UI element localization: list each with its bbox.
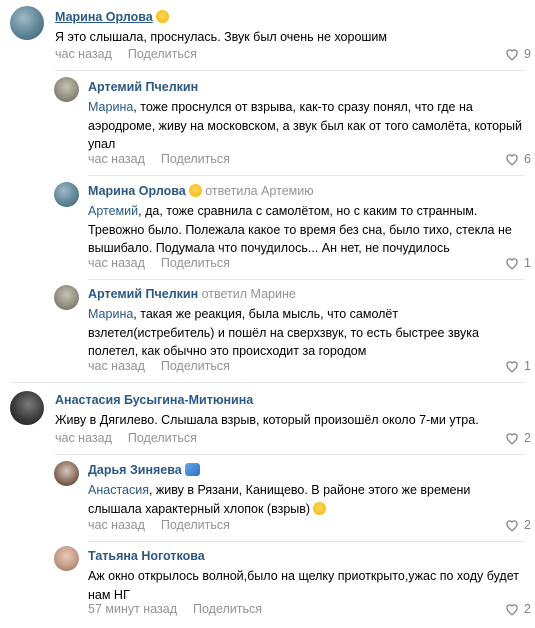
divider [88, 279, 525, 280]
comment-time[interactable]: час назад [88, 518, 145, 532]
comment-body: Артемий Пчелкин ответил Марине Марина, т… [88, 286, 525, 361]
comment-time[interactable]: час назад [88, 256, 145, 270]
comment-text: Я это слышала, проснулась. Звук был очен… [55, 30, 388, 44]
like-count: 9 [524, 47, 531, 61]
heart-icon [506, 258, 518, 270]
like-button[interactable]: 2 [504, 431, 531, 445]
share-link[interactable]: Поделиться [161, 518, 230, 532]
avatar[interactable] [54, 461, 79, 486]
heart-icon [506, 361, 518, 373]
comment-body: Дарья Зиняева Анастасия, живу в Рязани, … [88, 462, 525, 518]
avatar[interactable] [10, 6, 44, 40]
mention-link[interactable]: Марина [88, 100, 133, 114]
like-button[interactable]: 1 [504, 256, 531, 270]
like-button[interactable]: 6 [504, 152, 531, 166]
reply-to-label[interactable]: ответила Артемию [205, 184, 313, 198]
comment-body: Татьяна Ноготкова Аж окно открылось волн… [88, 548, 525, 604]
comment-body: Анастасия Бусыгина-Митюнина Живу в Дягил… [55, 392, 525, 430]
comment-time[interactable]: 57 минут назад [88, 602, 177, 616]
comment-body: Марина Орлова ответила Артемию Артемий, … [88, 183, 525, 258]
comment-time[interactable]: час назад [55, 47, 112, 61]
comments-thread: Марина Орлова Я это слышала, проснулась.… [0, 0, 535, 628]
heart-icon [506, 154, 518, 166]
flushed-emoji-icon [313, 501, 327, 515]
comment-meta: 57 минут назад Поделиться [88, 602, 262, 616]
mention-link[interactable]: Артемий [88, 204, 138, 218]
like-button[interactable]: 2 [504, 518, 531, 532]
share-link[interactable]: Поделиться [161, 152, 230, 166]
reply-to-label[interactable]: ответил Марине [202, 287, 296, 301]
divider [55, 70, 525, 71]
like-count: 6 [524, 152, 531, 166]
divider [88, 541, 525, 542]
comment-body: Марина Орлова Я это слышала, проснулась.… [55, 9, 525, 47]
author-name[interactable]: Анастасия Бусыгина-Митюнина [55, 393, 253, 407]
share-link[interactable]: Поделиться [161, 359, 230, 373]
comment-meta: час назад Поделиться [55, 47, 197, 61]
sneaker-emoji-icon [184, 463, 200, 476]
heart-icon [506, 520, 518, 532]
avatar[interactable] [10, 391, 44, 425]
comment-meta: час назад Поделиться [55, 431, 197, 445]
smiley-emoji-icon [188, 184, 202, 197]
like-count: 2 [524, 602, 531, 616]
comment-text: Марина, тоже проснулся от взрыва, как-то… [88, 100, 522, 152]
author-name[interactable]: Артемий Пчелкин [88, 287, 198, 301]
share-link[interactable]: Поделиться [128, 431, 197, 445]
comment-text: Аж окно открылось волной,было на щелку п… [88, 569, 519, 602]
author-name[interactable]: Татьяна Ноготкова [88, 549, 205, 563]
avatar[interactable] [54, 546, 79, 571]
divider [88, 175, 525, 176]
heart-icon [506, 49, 518, 61]
mention-link[interactable]: Марина [88, 307, 133, 321]
smiley-emoji-icon [155, 10, 169, 23]
comment-meta: час назад Поделиться [88, 359, 230, 373]
comment-time[interactable]: час назад [55, 431, 112, 445]
comment-meta: час назад Поделиться [88, 256, 230, 270]
comment-text: Живу в Дягилево. Слышала взрыв, который … [55, 413, 479, 427]
like-count: 2 [524, 431, 531, 445]
like-count: 1 [524, 359, 531, 373]
avatar[interactable] [54, 285, 79, 310]
comment-time[interactable]: час назад [88, 152, 145, 166]
divider [10, 382, 525, 383]
comment-text: Артемий, да, тоже сравнила с самолётом, … [88, 204, 512, 256]
comment-meta: час назад Поделиться [88, 518, 230, 532]
author-name[interactable]: Марина Орлова [88, 184, 186, 198]
comment-meta: час назад Поделиться [88, 152, 230, 166]
divider [55, 454, 525, 455]
comment-text: Марина, такая же реакция, была мысль, чт… [88, 307, 479, 359]
author-name[interactable]: Дарья Зиняева [88, 463, 182, 477]
comment-time[interactable]: час назад [88, 359, 145, 373]
comment-body: Артемий Пчелкин Марина, тоже проснулся о… [88, 79, 525, 154]
share-link[interactable]: Поделиться [193, 602, 262, 616]
author-name[interactable]: Артемий Пчелкин [88, 80, 198, 94]
heart-icon [506, 433, 518, 445]
like-count: 1 [524, 256, 531, 270]
like-button[interactable]: 9 [504, 47, 531, 61]
share-link[interactable]: Поделиться [161, 256, 230, 270]
heart-icon [506, 604, 518, 616]
mention-link[interactable]: Анастасия [88, 483, 149, 497]
like-count: 2 [524, 518, 531, 532]
author-name[interactable]: Марина Орлова [55, 10, 153, 24]
comment-text: Анастасия, живу в Рязани, Канищево. В ра… [88, 483, 471, 516]
avatar[interactable] [54, 182, 79, 207]
like-button[interactable]: 2 [504, 602, 531, 616]
like-button[interactable]: 1 [504, 359, 531, 373]
avatar[interactable] [54, 77, 79, 102]
share-link[interactable]: Поделиться [128, 47, 197, 61]
